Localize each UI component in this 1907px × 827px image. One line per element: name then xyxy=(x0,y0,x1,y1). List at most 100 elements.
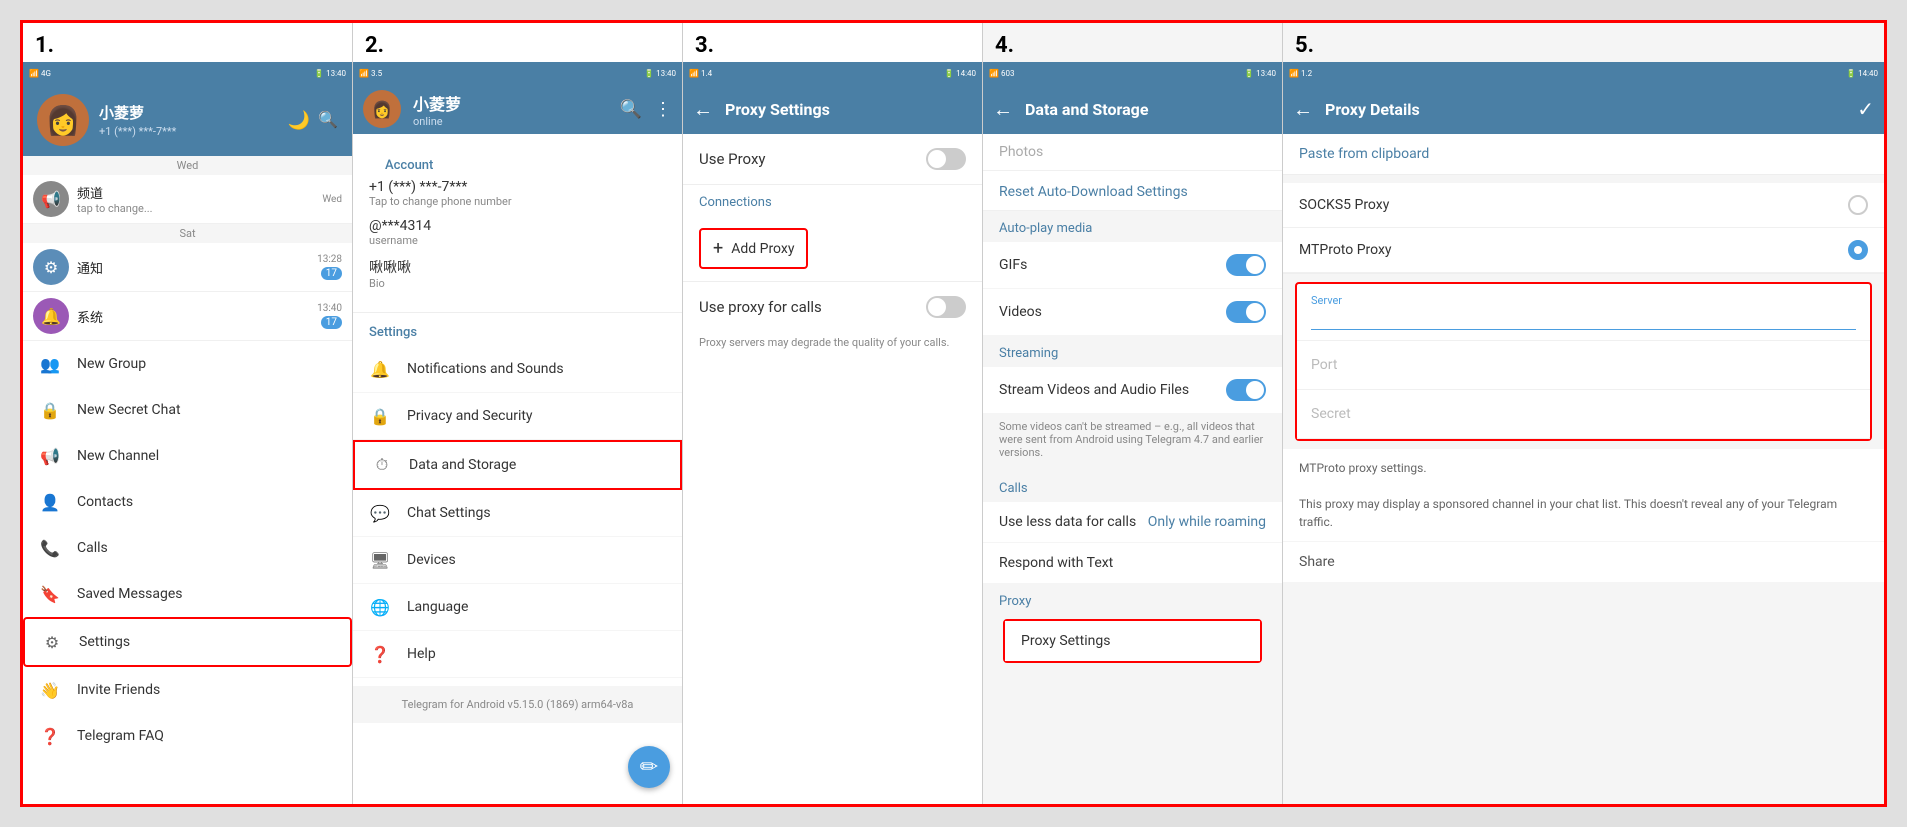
settings-privacy[interactable]: 🔒 Privacy and Security xyxy=(353,393,682,440)
add-proxy-button[interactable]: + Add Proxy xyxy=(699,228,808,269)
step3-status-left: 📶 1.4 xyxy=(689,69,712,78)
settings-chat[interactable]: 💬 Chat Settings xyxy=(353,490,682,537)
chat-name-2: 通知 xyxy=(77,258,317,277)
language-label: Language xyxy=(407,599,468,615)
settings-help[interactable]: ❓ Help xyxy=(353,631,682,678)
contacts-icon: 👤 xyxy=(39,491,61,513)
step2-bio-field: 啾啾啾 Bio xyxy=(369,257,666,290)
step2-status-bar: 📶 3.5 🔋 13:40 xyxy=(353,62,682,84)
menu-settings[interactable]: ⚙ Settings xyxy=(23,617,352,667)
stream-toggle[interactable] xyxy=(1226,379,1266,401)
menu-faq[interactable]: ❓ Telegram FAQ xyxy=(23,713,352,759)
step5-status-left: 📶 1.2 xyxy=(1289,69,1312,78)
gifs-toggle[interactable] xyxy=(1226,254,1266,276)
step1-avatar: 👩 xyxy=(37,94,89,146)
use-proxy-toggle[interactable] xyxy=(926,148,966,170)
step4-label: 4. xyxy=(983,23,1282,62)
menu-invite-friends[interactable]: 👋 Invite Friends xyxy=(23,667,352,713)
step2-status-right: 🔋 13:40 xyxy=(644,69,676,78)
chat-avatar-2: ⚙ xyxy=(33,249,69,285)
share-button[interactable]: Share xyxy=(1283,542,1884,582)
step2-header-actions: 🔍 ⋮ xyxy=(620,99,672,120)
step4-title-block: Data and Storage xyxy=(1025,100,1272,119)
menu-contacts[interactable]: 👤 Contacts xyxy=(23,479,352,525)
new-group-label: New Group xyxy=(77,356,146,372)
chat-name-3: 系统 xyxy=(77,307,317,326)
step4-screen: 📶 603 🔋 13:40 ← Data and Storage xyxy=(983,62,1282,804)
step1-panel: 1. 📶 4G 🔋 13:40 👩 xyxy=(23,23,353,804)
step4-header: ← Data and Storage xyxy=(983,84,1282,134)
mtproto-label: MTProto Proxy xyxy=(1299,242,1392,258)
server-field-label: Server xyxy=(1311,294,1856,307)
mtproto-row[interactable]: MTProto Proxy xyxy=(1283,228,1884,273)
step4-signal: 📶 xyxy=(989,69,999,78)
mtproto-note-text: MTProto proxy settings. xyxy=(1299,459,1868,477)
gifs-row: GIFs xyxy=(983,242,1282,288)
menu-new-group[interactable]: 👥 New Group xyxy=(23,341,352,387)
step5-title: Proxy Details xyxy=(1325,100,1849,119)
settings-devices[interactable]: 🖥 Devices xyxy=(353,537,682,584)
step5-status-right: 🔋 14:40 xyxy=(1846,69,1878,78)
menu-new-secret-chat[interactable]: 🔒 New Secret Chat xyxy=(23,387,352,433)
chat-item-1[interactable]: 📢 频道 tap to change... Wed xyxy=(23,175,352,224)
mtproto-radio[interactable] xyxy=(1848,240,1868,260)
settings-language[interactable]: 🌐 Language xyxy=(353,584,682,631)
calls-icon: 📞 xyxy=(39,537,61,559)
step1-signal-icon: 📶 xyxy=(29,69,39,78)
compose-button[interactable]: ✏ xyxy=(628,746,670,788)
notifications-icon: 🔔 xyxy=(369,358,391,380)
socks5-label: SOCKS5 Proxy xyxy=(1299,197,1389,213)
step2-username-value: @***4314 xyxy=(369,218,666,234)
step5-checkmark-icon[interactable]: ✓ xyxy=(1857,97,1874,121)
chat-date-sat: Sat xyxy=(23,224,352,243)
server-input[interactable] xyxy=(1311,311,1856,330)
menu-calls[interactable]: 📞 Calls xyxy=(23,525,352,571)
proxy-calls-row: Use proxy for calls xyxy=(683,281,982,332)
step3-title-block: Proxy Settings xyxy=(725,100,972,119)
secret-field-placeholder: Secret xyxy=(1311,400,1856,428)
step3-title: Proxy Settings xyxy=(725,100,972,119)
calls-data-row[interactable]: Use less data for calls Only while roami… xyxy=(983,502,1282,542)
unread-badge-2: 17 xyxy=(321,267,342,280)
videos-toggle[interactable] xyxy=(1226,301,1266,323)
search-icon-step1[interactable]: 🔍 xyxy=(318,110,338,131)
new-channel-label: New Channel xyxy=(77,448,159,464)
step2-account-header: Account xyxy=(369,146,666,179)
step5-back-arrow[interactable]: ← xyxy=(1293,97,1313,122)
secret-field-row: Secret xyxy=(1297,390,1870,439)
step2-search-icon[interactable]: 🔍 xyxy=(620,99,642,120)
socks5-row[interactable]: SOCKS5 Proxy xyxy=(1283,183,1884,228)
socks5-radio[interactable] xyxy=(1848,195,1868,215)
privacy-icon: 🔒 xyxy=(369,405,391,427)
step3-label: 3. xyxy=(683,23,982,62)
step1-status-bar: 📶 4G 🔋 13:40 xyxy=(23,62,352,84)
proxy-calls-toggle[interactable] xyxy=(926,296,966,318)
new-channel-icon: 📢 xyxy=(39,445,61,467)
menu-new-channel[interactable]: 📢 New Channel xyxy=(23,433,352,479)
menu-saved-messages[interactable]: 🔖 Saved Messages xyxy=(23,571,352,617)
step2-settings-header: Settings xyxy=(353,313,682,346)
step1-screen: 📶 4G 🔋 13:40 👩 小菱萝 +1 (***) ***-7*** xyxy=(23,62,352,804)
step4-back-arrow[interactable]: ← xyxy=(993,97,1013,122)
moon-icon: 🌙 xyxy=(288,110,310,131)
chat-item-2[interactable]: ⚙ 通知 13:28 17 xyxy=(23,243,352,292)
faq-label: Telegram FAQ xyxy=(77,728,164,744)
step2-more-icon[interactable]: ⋮ xyxy=(654,99,672,120)
port-field-placeholder: Port xyxy=(1311,351,1856,379)
chat-item-3[interactable]: 🔔 系统 13:40 17 xyxy=(23,292,352,341)
step3-header: ← Proxy Settings xyxy=(683,84,982,134)
data-storage-icon: ⏱ xyxy=(371,454,393,476)
paste-from-clipboard-link[interactable]: Paste from clipboard xyxy=(1283,134,1884,175)
reset-auto-download-row[interactable]: Reset Auto-Download Settings xyxy=(983,171,1282,211)
step3-back-arrow[interactable]: ← xyxy=(693,97,713,122)
settings-data-storage[interactable]: ⏱ Data and Storage xyxy=(353,440,682,490)
step2-label: 2. xyxy=(353,23,682,62)
chat-settings-icon: 💬 xyxy=(369,502,391,524)
settings-notifications[interactable]: 🔔 Notifications and Sounds xyxy=(353,346,682,393)
respond-text-row[interactable]: Respond with Text xyxy=(983,543,1282,583)
language-icon: 🌐 xyxy=(369,596,391,618)
telegram-version: Telegram for Android v5.15.0 (1869) arm6… xyxy=(353,686,682,723)
proxy-calls-info: Proxy servers may degrade the quality of… xyxy=(683,332,982,361)
step2-username-field: @***4314 username xyxy=(369,218,666,247)
proxy-settings-button[interactable]: Proxy Settings xyxy=(1005,621,1260,661)
